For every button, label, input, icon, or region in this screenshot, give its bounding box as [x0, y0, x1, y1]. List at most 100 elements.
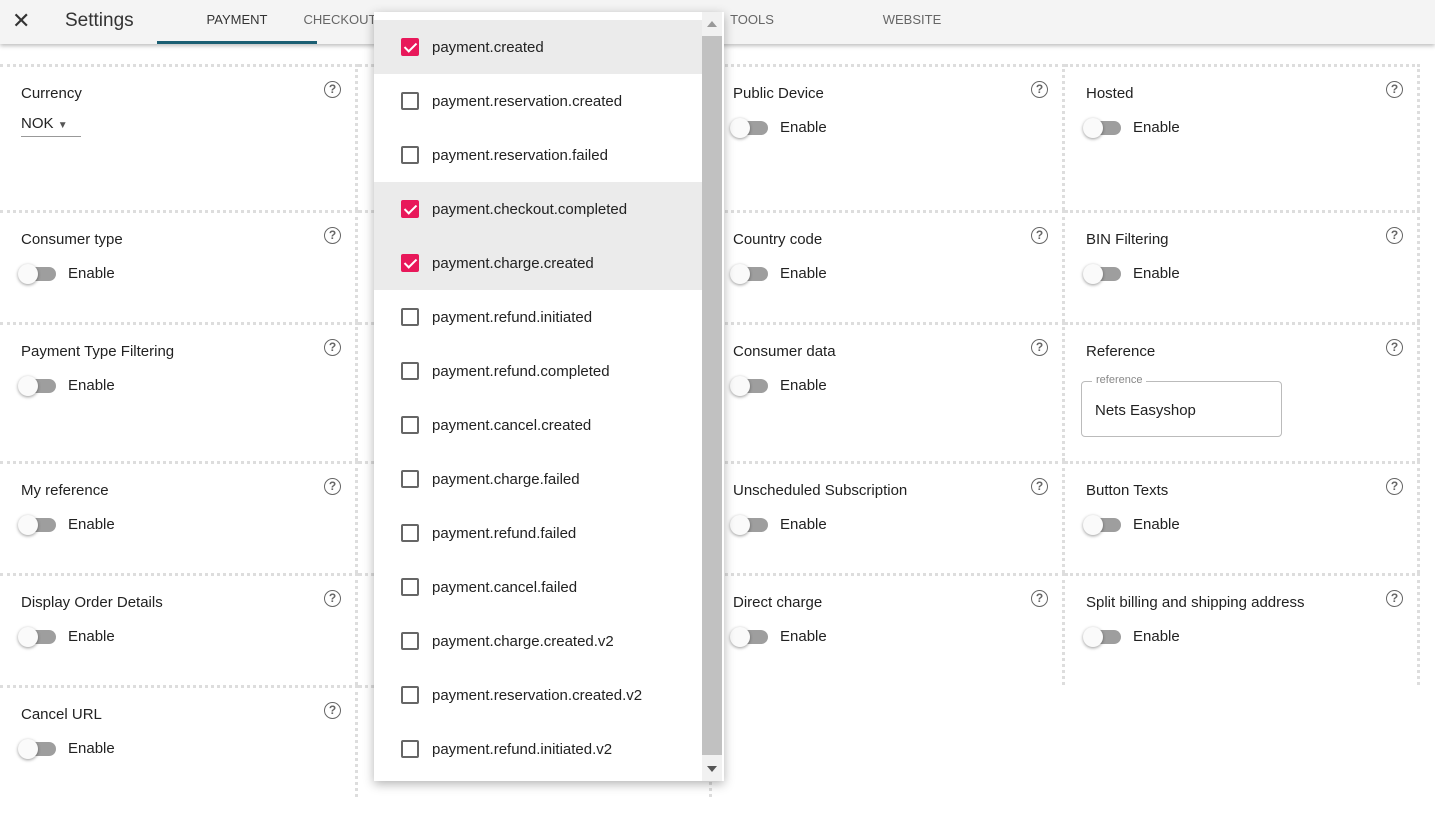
toggle-label: Enable	[1133, 516, 1180, 533]
enable-toggle[interactable]: Enable	[18, 738, 115, 759]
dropdown-option[interactable]: payment.refund.initiated	[374, 290, 702, 344]
enable-toggle[interactable]: Enable	[730, 117, 827, 138]
enable-toggle[interactable]: Enable	[1083, 263, 1180, 284]
setting-display-order-details: Display Order Details ? Enable	[0, 573, 358, 685]
enable-toggle[interactable]: Enable	[730, 375, 827, 396]
dropdown-option[interactable]: payment.refund.completed	[374, 344, 702, 398]
setting-label: Consumer data	[733, 343, 836, 360]
checkbox-icon[interactable]	[401, 740, 419, 758]
help-icon[interactable]: ?	[1031, 81, 1048, 98]
toggle-switch[interactable]	[18, 263, 56, 284]
toggle-switch[interactable]	[1083, 117, 1121, 138]
close-icon[interactable]: ✕	[12, 8, 30, 34]
toggle-switch[interactable]	[1083, 263, 1121, 284]
toggle-label: Enable	[68, 377, 115, 394]
option-label: payment.cancel.failed	[432, 578, 578, 596]
dropdown-option[interactable]: payment.reservation.failed	[374, 128, 702, 182]
checkbox-icon[interactable]	[401, 632, 419, 650]
dropdown-option[interactable]: payment.charge.created.v2	[374, 614, 702, 668]
dropdown-option[interactable]: payment.reservation.created.v2	[374, 668, 702, 722]
setting-label: Reference	[1086, 343, 1156, 360]
enable-toggle[interactable]: Enable	[730, 626, 827, 647]
checkbox-icon[interactable]	[401, 524, 419, 542]
checkbox-checked-icon[interactable]	[401, 200, 419, 218]
enable-toggle[interactable]: Enable	[1083, 626, 1180, 647]
help-icon[interactable]: ?	[1031, 478, 1048, 495]
setting-label: Button Texts	[1086, 482, 1169, 499]
option-label: payment.charge.failed	[432, 470, 580, 488]
help-icon[interactable]: ?	[1386, 227, 1403, 244]
checkbox-checked-icon[interactable]	[401, 38, 419, 56]
enable-toggle[interactable]: Enable	[18, 263, 115, 284]
help-icon[interactable]: ?	[324, 81, 341, 98]
dropdown-option[interactable]: payment.checkout.completed	[374, 182, 702, 236]
dropdown-option[interactable]: payment.refund.initiated.v2	[374, 722, 702, 776]
enable-toggle[interactable]: Enable	[730, 514, 827, 535]
help-icon[interactable]: ?	[1031, 339, 1048, 356]
help-icon[interactable]: ?	[324, 339, 341, 356]
enable-toggle[interactable]: Enable	[730, 263, 827, 284]
toggle-switch[interactable]	[730, 514, 768, 535]
toggle-switch[interactable]	[1083, 626, 1121, 647]
setting-unscheduled-subscription: Unscheduled Subscription ? Enable	[712, 461, 1065, 573]
scrollbar[interactable]	[702, 12, 722, 781]
dropdown-option[interactable]: payment.created	[374, 20, 702, 74]
toggle-switch[interactable]	[18, 375, 56, 396]
toggle-label: Enable	[1133, 119, 1180, 136]
dropdown-option[interactable]: payment.cancel.created	[374, 398, 702, 452]
toggle-switch[interactable]	[18, 738, 56, 759]
toggle-switch[interactable]	[18, 626, 56, 647]
toggle-switch[interactable]	[1083, 514, 1121, 535]
help-icon[interactable]: ?	[1031, 227, 1048, 244]
help-icon[interactable]: ?	[1386, 590, 1403, 607]
help-icon[interactable]: ?	[324, 227, 341, 244]
webhook-events-dropdown[interactable]: payment.created payment.reservation.creat…	[374, 12, 724, 781]
option-label: payment.reservation.failed	[432, 146, 608, 164]
toggle-switch[interactable]	[730, 626, 768, 647]
dropdown-option[interactable]: payment.reservation.created	[374, 74, 702, 128]
checkbox-icon[interactable]	[401, 92, 419, 110]
dropdown-option[interactable]: payment.refund.failed	[374, 506, 702, 560]
chevron-down-icon: ▼	[57, 120, 68, 131]
checkbox-checked-icon[interactable]	[401, 254, 419, 272]
checkbox-icon[interactable]	[401, 470, 419, 488]
option-label: payment.refund.failed	[432, 524, 577, 542]
toggle-label: Enable	[1133, 265, 1180, 282]
setting-hosted: Hosted ? Enable	[1065, 64, 1420, 210]
checkbox-icon[interactable]	[401, 146, 419, 164]
scroll-up-icon[interactable]	[707, 21, 717, 27]
toggle-switch[interactable]	[730, 263, 768, 284]
scrollbar-thumb[interactable]	[702, 36, 722, 755]
setting-label: BIN Filtering	[1086, 231, 1169, 248]
reference-input[interactable]: reference Nets Easyshop	[1081, 374, 1282, 437]
help-icon[interactable]: ?	[1386, 339, 1403, 356]
toggle-label: Enable	[68, 265, 115, 282]
dropdown-option[interactable]: payment.charge.created	[374, 236, 702, 290]
checkbox-icon[interactable]	[401, 416, 419, 434]
dropdown-option[interactable]: payment.cancel.failed	[374, 560, 702, 614]
enable-toggle[interactable]: Enable	[1083, 514, 1180, 535]
checkbox-icon[interactable]	[401, 362, 419, 380]
checkbox-icon[interactable]	[401, 578, 419, 596]
setting-payment-type-filtering: Payment Type Filtering ? Enable	[0, 322, 358, 461]
tab-website[interactable]: WEBSITE	[832, 0, 992, 44]
option-label: payment.reservation.created	[432, 92, 623, 110]
currency-select[interactable]: NOK ▼	[21, 115, 81, 137]
help-icon[interactable]: ?	[324, 478, 341, 495]
help-icon[interactable]: ?	[1031, 590, 1048, 607]
enable-toggle[interactable]: Enable	[18, 514, 115, 535]
checkbox-icon[interactable]	[401, 686, 419, 704]
toggle-switch[interactable]	[18, 514, 56, 535]
checkbox-icon[interactable]	[401, 308, 419, 326]
help-icon[interactable]: ?	[324, 702, 341, 719]
enable-toggle[interactable]: Enable	[18, 375, 115, 396]
enable-toggle[interactable]: Enable	[18, 626, 115, 647]
toggle-switch[interactable]	[730, 117, 768, 138]
enable-toggle[interactable]: Enable	[1083, 117, 1180, 138]
scroll-down-icon[interactable]	[707, 766, 717, 772]
help-icon[interactable]: ?	[1386, 478, 1403, 495]
help-icon[interactable]: ?	[1386, 81, 1403, 98]
dropdown-option[interactable]: payment.charge.failed	[374, 452, 702, 506]
toggle-switch[interactable]	[730, 375, 768, 396]
help-icon[interactable]: ?	[324, 590, 341, 607]
